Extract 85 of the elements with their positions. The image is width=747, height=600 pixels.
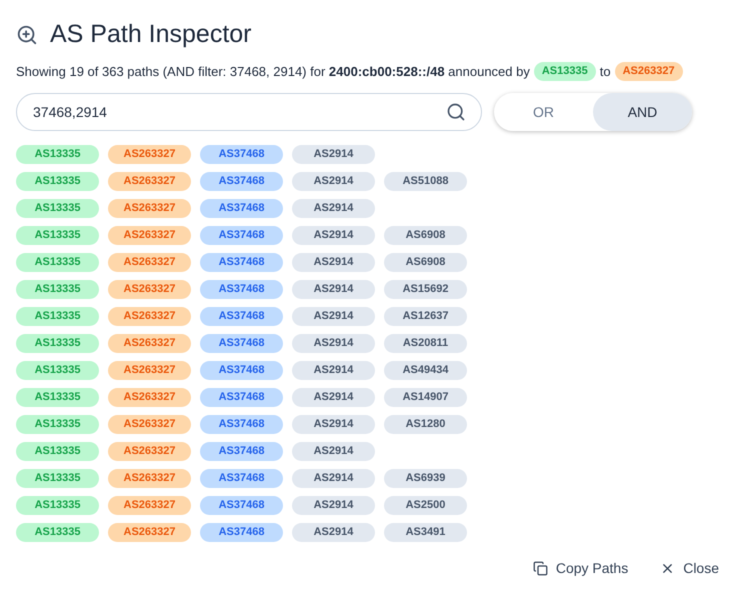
as-chip: AS13335 [16, 415, 99, 434]
zoom-in-icon [16, 24, 38, 46]
as-chip: AS13335 [16, 253, 99, 272]
as-chip: AS263327 [108, 145, 191, 164]
dialog-title: AS Path Inspector [50, 19, 252, 50]
as-chip: AS13335 [16, 307, 99, 326]
as-chip: AS263327 [108, 172, 191, 191]
as-chip: AS2914 [292, 253, 375, 272]
as-chip: AS37468 [200, 442, 283, 461]
mode-option[interactable]: AND [593, 93, 692, 131]
as-chip: AS37468 [200, 334, 283, 353]
as-chip: AS263327 [108, 334, 191, 353]
as-chip: AS13335 [16, 442, 99, 461]
as-chip: AS37468 [200, 280, 283, 299]
as-chip: AS37468 [200, 496, 283, 515]
as-chip: AS13335 [16, 280, 99, 299]
as-chip: AS13335 [16, 388, 99, 407]
as-chip: AS1280 [384, 415, 467, 434]
as-chip: AS2914 [292, 523, 375, 542]
as-chip: AS13335 [16, 523, 99, 542]
as-chip: AS20811 [384, 334, 467, 353]
as-chip: AS2914 [292, 307, 375, 326]
as-chip: AS37468 [200, 415, 283, 434]
as-chip: AS2914 [292, 280, 375, 299]
as-chip: AS263327 [614, 62, 683, 81]
as-chip: AS2914 [292, 145, 375, 164]
as-chip: AS51088 [384, 172, 467, 191]
as-chip: AS37468 [200, 199, 283, 218]
as-chip: AS2500 [384, 496, 467, 515]
as-chip: AS6908 [384, 253, 467, 272]
as-chip: AS2914 [292, 334, 375, 353]
as-chip: AS49434 [384, 361, 467, 380]
as-chip: AS37468 [200, 145, 283, 164]
as-chip: AS37468 [200, 226, 283, 245]
as-chip: AS263327 [108, 469, 191, 488]
as-chip: AS13335 [16, 172, 99, 191]
as-chip: AS263327 [108, 307, 191, 326]
as-chip: AS263327 [108, 361, 191, 380]
as-chip: AS2914 [292, 361, 375, 380]
as-chip: AS6908 [384, 226, 467, 245]
as-chip: AS13335 [16, 334, 99, 353]
mode-option[interactable]: OR [494, 93, 593, 131]
as-chip: AS13335 [16, 199, 99, 218]
as-chip: AS263327 [108, 523, 191, 542]
copy-icon [532, 561, 548, 576]
as-chip: AS2914 [292, 415, 375, 434]
as-chip: AS263327 [108, 280, 191, 299]
summary-text: Showing 19 of 363 paths (AND filter: 37468, 2914) for 2400:cb00:528::/48 announced by [16, 62, 530, 81]
as-chip: AS2914 [292, 172, 375, 191]
as-chip: AS13335 [16, 469, 99, 488]
as-chip: AS13335 [16, 145, 99, 164]
as-chip: AS263327 [108, 253, 191, 272]
as-chip: AS37468 [200, 523, 283, 542]
as-chip: AS37468 [200, 307, 283, 326]
as-chip: AS263327 [108, 415, 191, 434]
as-chip: AS37468 [200, 388, 283, 407]
as-chip: AS2914 [292, 388, 375, 407]
as-chip: AS13335 [16, 496, 99, 515]
as-chip: AS14907 [384, 388, 467, 407]
as-chip: AS13335 [534, 62, 596, 81]
as-chip: AS2914 [292, 199, 375, 218]
as-chip: AS37468 [200, 253, 283, 272]
as-chip: AS2914 [292, 442, 375, 461]
as-chip: AS13335 [16, 226, 99, 245]
as-chip: AS263327 [108, 199, 191, 218]
as-chip: AS37468 [200, 172, 283, 191]
as-chip: AS3491 [384, 523, 467, 542]
as-chip: AS6939 [384, 469, 467, 488]
summary-joiner: to [600, 62, 611, 80]
as-chip: AS263327 [108, 226, 191, 245]
search-field[interactable]: 37468,2914 [16, 93, 482, 131]
as-chip: AS263327 [108, 442, 191, 461]
as-chip: AS15692 [384, 280, 467, 299]
close-button[interactable]: Close [656, 554, 723, 583]
search-icon[interactable] [446, 102, 466, 122]
as-chip: AS13335 [16, 361, 99, 380]
as-chip: AS263327 [108, 388, 191, 407]
as-chip: AS2914 [292, 496, 375, 515]
as-chip: AS2914 [292, 226, 375, 245]
copy-button[interactable]: Copy Paths [528, 554, 632, 583]
as-chip: AS2914 [292, 469, 375, 488]
as-chip: AS37468 [200, 469, 283, 488]
as-chip: AS37468 [200, 361, 283, 380]
as-chip: AS12637 [384, 307, 467, 326]
as-chip: AS263327 [108, 496, 191, 515]
